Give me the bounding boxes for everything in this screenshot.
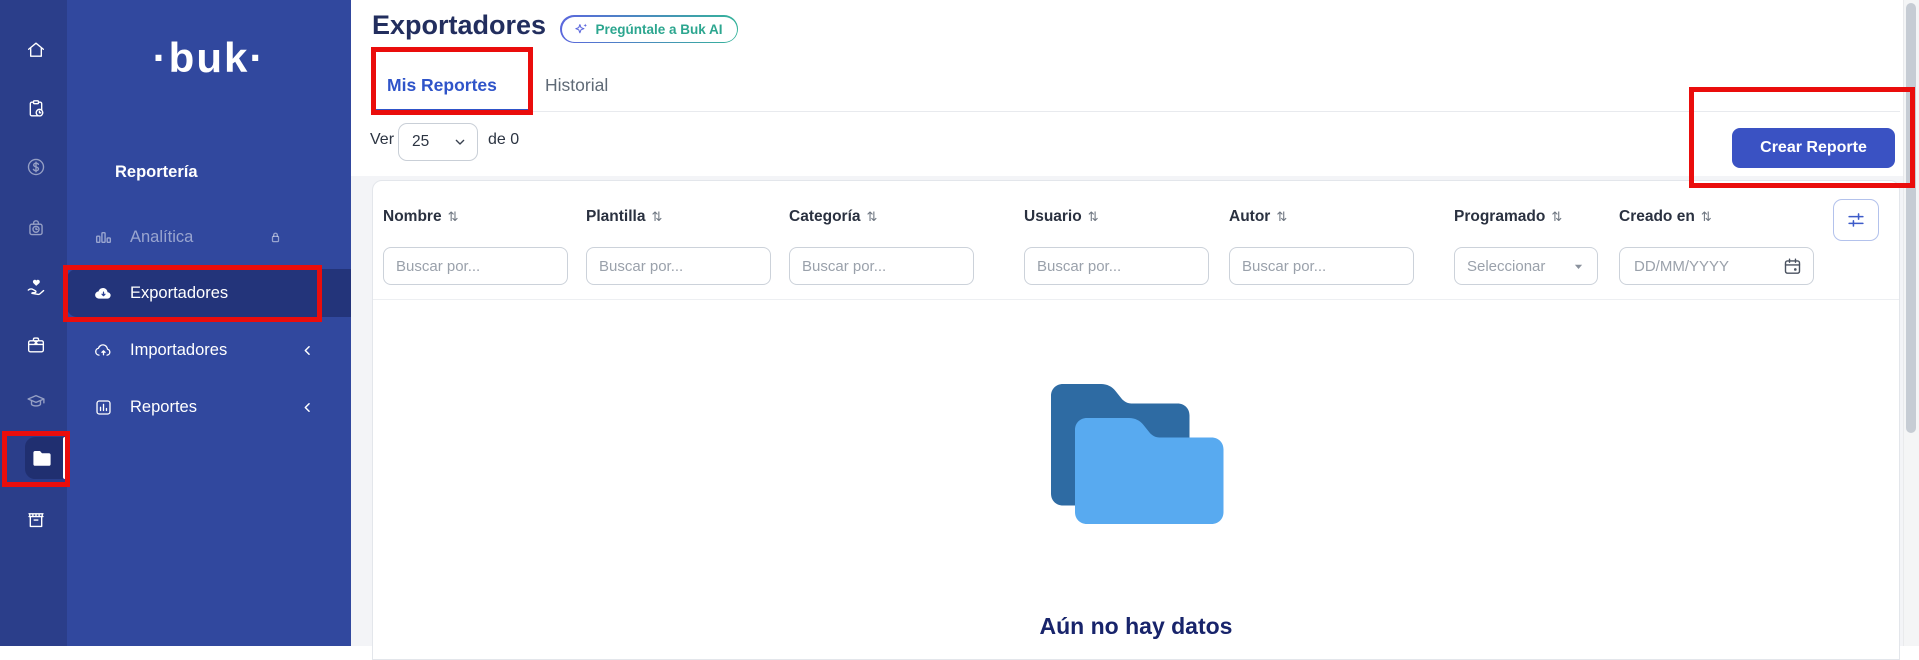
filter-input-categoria[interactable]	[789, 247, 974, 285]
caret-down-icon	[1572, 260, 1585, 273]
briefcase-icon[interactable]	[8, 323, 64, 367]
sidebar-item-label: Analítica	[130, 228, 193, 247]
chevron-down-icon	[452, 134, 468, 150]
sidebar-item-label: Importadores	[130, 341, 227, 360]
cloud-download-icon	[93, 283, 114, 304]
total-count-label: de 0	[488, 131, 519, 149]
filter-input-autor[interactable]	[1229, 247, 1414, 285]
lock-icon	[266, 228, 285, 247]
bag-clock-icon[interactable]	[8, 206, 64, 250]
reports-table-card: Nombre⇅ Plantilla⇅ Categoría⇅ Usuario⇅ A…	[372, 180, 1900, 660]
clipboard-clock-icon[interactable]	[8, 87, 64, 131]
home-icon[interactable]	[8, 28, 64, 72]
tab-historial[interactable]: Historial	[545, 60, 608, 111]
sort-icon[interactable]: ⇅	[1551, 209, 1562, 225]
sliders-icon	[1845, 209, 1867, 231]
main-content: Exportadores Pregúntale a Buk AI Mis Rep…	[351, 0, 1919, 646]
date-input[interactable]	[1632, 257, 1782, 276]
filter-select-programado[interactable]: Seleccionar	[1454, 247, 1598, 285]
empty-state-message: Aún no hay datos	[373, 613, 1899, 640]
report-chart-icon	[93, 397, 114, 418]
column-header-plantilla[interactable]: Plantilla⇅	[586, 208, 662, 226]
sidebar: ·buk· Reportería Analítica Exportadores …	[67, 0, 351, 646]
tab-bar: Mis Reportes Historial	[372, 60, 1900, 112]
ask-buk-ai-label: Pregúntale a Buk AI	[596, 22, 723, 37]
chevron-left-icon[interactable]	[300, 400, 315, 415]
archive-icon[interactable]	[8, 498, 64, 542]
sort-icon[interactable]: ⇅	[867, 209, 878, 225]
create-report-button[interactable]: Crear Reporte	[1732, 128, 1895, 168]
ask-buk-ai-button[interactable]: Pregúntale a Buk AI	[560, 15, 738, 43]
sidebar-item-analitica[interactable]: Analítica	[67, 213, 351, 261]
column-header-categoria[interactable]: Categoría⇅	[789, 208, 877, 226]
table-header-divider	[373, 299, 1899, 300]
column-header-nombre[interactable]: Nombre⇅	[383, 208, 458, 226]
sort-icon[interactable]: ⇅	[651, 209, 662, 225]
page-title: Exportadores	[372, 10, 546, 41]
icon-rail	[0, 0, 67, 646]
vertical-scrollbar-thumb[interactable]	[1906, 3, 1916, 433]
empty-state-folder-illustration	[1037, 364, 1237, 536]
folder-icon[interactable]	[14, 436, 70, 480]
money-icon[interactable]	[8, 145, 64, 189]
sort-icon[interactable]: ⇅	[1276, 209, 1287, 225]
calendar-icon[interactable]	[1782, 256, 1803, 277]
sparkle-icon	[573, 22, 589, 37]
column-header-autor[interactable]: Autor⇅	[1229, 208, 1287, 226]
column-header-programado[interactable]: Programado⇅	[1454, 208, 1562, 226]
sort-icon[interactable]: ⇅	[448, 209, 459, 225]
sort-icon[interactable]: ⇅	[1088, 209, 1099, 225]
active-tab-underline	[376, 109, 528, 112]
sidebar-item-reportes[interactable]: Reportes	[67, 383, 351, 431]
column-settings-button[interactable]	[1833, 199, 1879, 241]
page-size-value: 25	[412, 133, 429, 151]
sidebar-item-exportadores[interactable]: Exportadores	[67, 269, 351, 317]
sidebar-item-label: Exportadores	[130, 284, 228, 303]
filter-input-usuario[interactable]	[1024, 247, 1209, 285]
tab-mis-reportes[interactable]: Mis Reportes	[387, 60, 497, 111]
cloud-upload-icon	[93, 340, 114, 361]
filter-date-creado-en[interactable]	[1619, 247, 1814, 285]
chevron-left-icon[interactable]	[300, 343, 315, 358]
buk-logo: ·buk·	[67, 34, 351, 82]
page-size-select[interactable]: 25	[398, 123, 478, 161]
filter-input-plantilla[interactable]	[586, 247, 771, 285]
hand-heart-icon[interactable]	[8, 265, 64, 309]
graduation-cap-icon[interactable]	[8, 380, 64, 424]
sidebar-item-label: Reportes	[130, 398, 197, 417]
filter-input-nombre[interactable]	[383, 247, 568, 285]
sort-icon[interactable]: ⇅	[1701, 209, 1712, 225]
sidebar-section-title: Reportería	[115, 163, 198, 182]
column-header-usuario[interactable]: Usuario⇅	[1024, 208, 1099, 226]
bar-chart-icon	[93, 227, 114, 248]
column-header-creado-en[interactable]: Creado en⇅	[1619, 208, 1712, 226]
per-page-label: Ver	[370, 131, 394, 149]
sidebar-item-importadores[interactable]: Importadores	[67, 326, 351, 374]
